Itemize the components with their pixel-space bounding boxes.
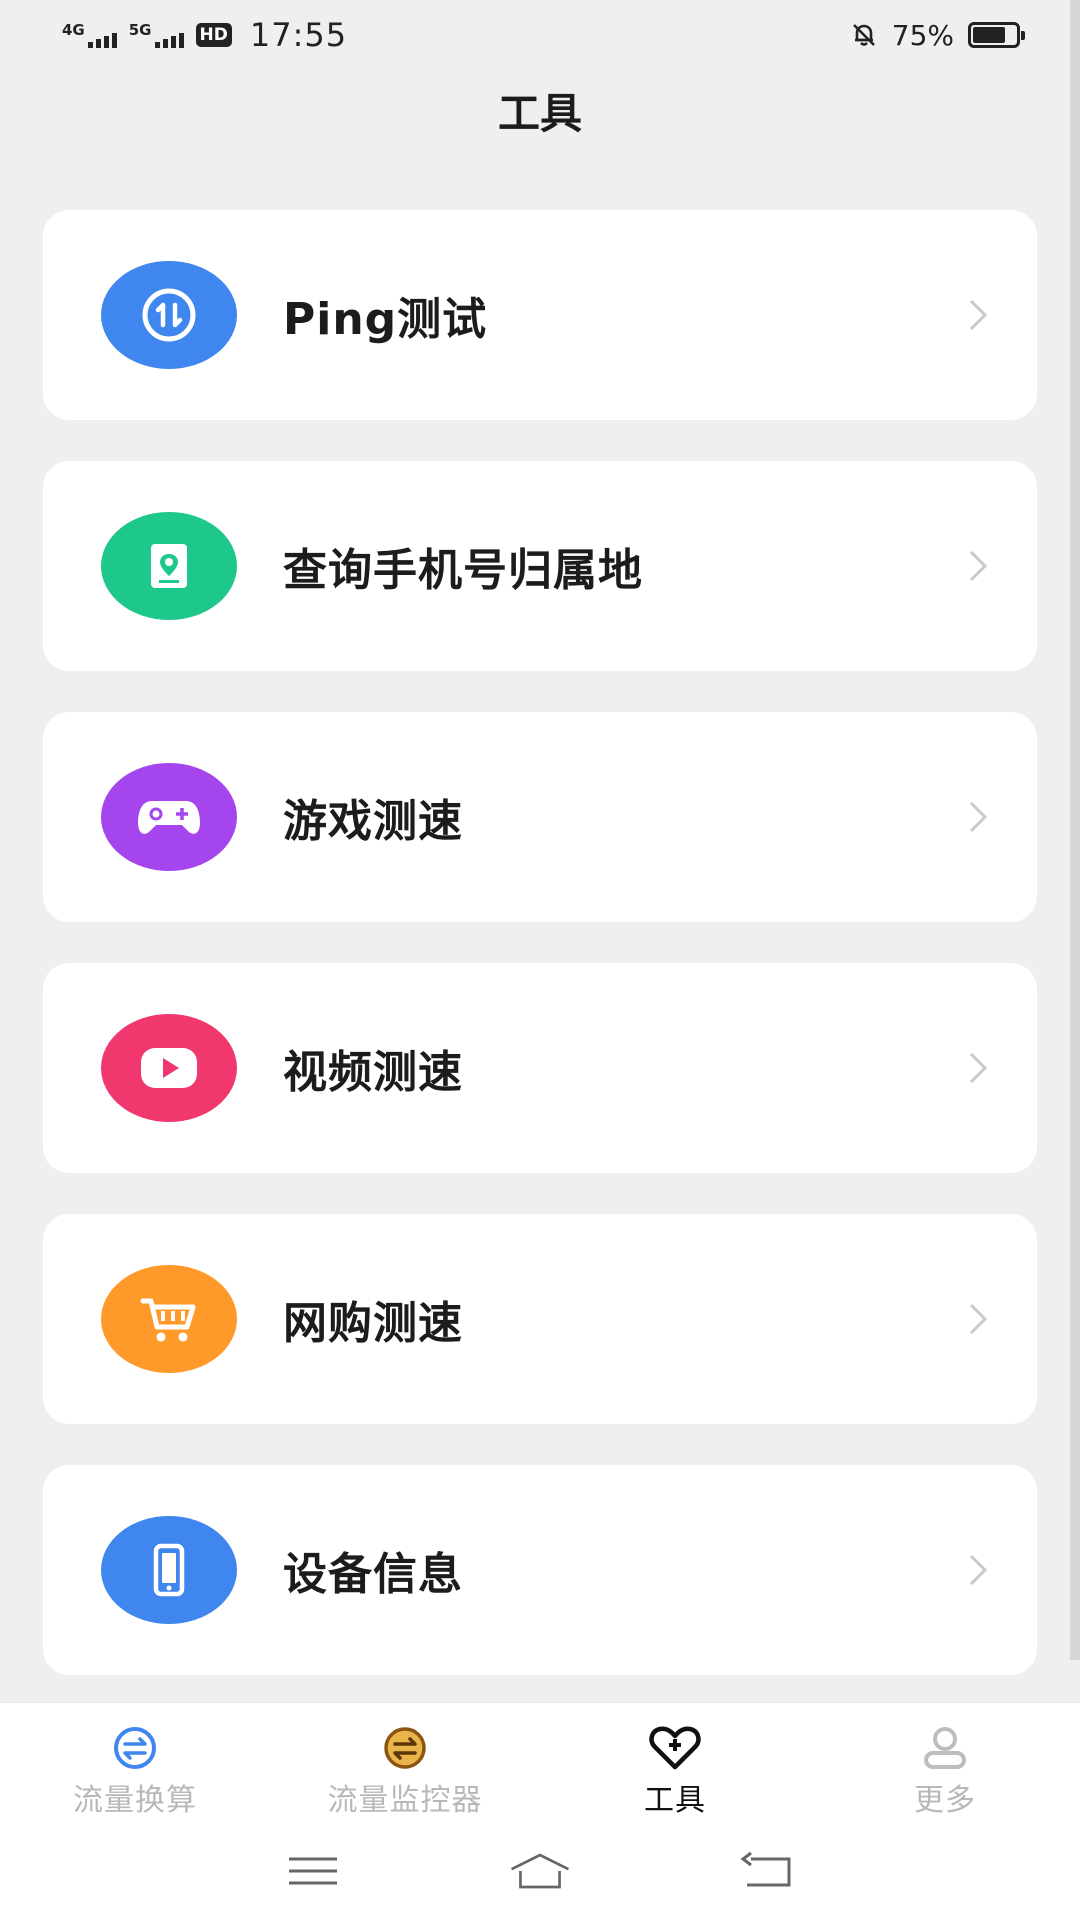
status-left: 4G 5G HD 17:55 [62,16,347,54]
mute-bell-icon [852,24,875,46]
menu-icon [289,1857,338,1885]
chevron-right-icon [969,550,988,582]
tool-label: Ping测试 [283,294,488,345]
battery-percent: 75% [891,18,954,52]
gamepad-icon [138,801,200,834]
clock: 17:55 [249,16,348,54]
battery-icon [968,22,1025,48]
screen: 4G 5G HD 17:55 75% 工具 Ping测试 查询手机号归属地 游戏… [0,0,1080,1920]
tool-card-video-speed[interactable]: 视频测速 [43,963,1037,1173]
tool-icon-bg [101,512,237,620]
tool-label: 游戏测速 [283,796,463,847]
play-icon [141,1048,197,1088]
convert-icon [114,1727,156,1769]
nav-label: 流量换算 [73,1783,197,1818]
tool-icon-bg [101,261,237,369]
net-type-1: 4G [62,20,85,39]
chevron-right-icon [969,299,988,331]
monitor-icon [384,1727,426,1769]
nav-label: 更多 [914,1783,976,1818]
tool-icon-bg [101,1516,237,1624]
nav-icon-wrap [647,1725,703,1771]
system-nav-bar [0,1822,1080,1920]
nav-item-tools[interactable]: 工具 [540,1703,810,1822]
net-type-2: 5G [128,20,152,39]
back-icon [740,1851,791,1887]
nav-icon-wrap [917,1725,973,1771]
home-icon [510,1853,570,1889]
back-button[interactable] [735,1849,799,1893]
nav-icon-wrap [377,1725,433,1771]
user-icon [924,1727,966,1769]
menu-button[interactable] [281,1849,345,1893]
heart-plus-icon [649,1726,701,1770]
hd-badge: HD [195,23,232,47]
page-title: 工具 [497,89,582,138]
nav-item-traffic-convert[interactable]: 流量换算 [0,1703,270,1822]
tool-label: 设备信息 [283,1549,463,1600]
location-icon [151,544,187,588]
signal-4g: 4G [62,20,117,48]
tool-card-phone-location[interactable]: 查询手机号归属地 [43,461,1037,671]
tool-card-game-speed[interactable]: 游戏测速 [43,712,1037,922]
nav-label: 工具 [644,1783,706,1818]
signal-5g: 5G [128,20,184,48]
status-right: 75% [850,18,1025,52]
chevron-right-icon [969,1303,988,1335]
signal-bars-icon [154,32,184,48]
nav-item-more[interactable]: 更多 [810,1703,1080,1822]
nav-item-traffic-monitor[interactable]: 流量监控器 [270,1703,540,1822]
phone-icon [153,1543,185,1597]
tool-icon-bg [101,763,237,871]
tool-icon-bg [101,1265,237,1373]
nav-icon-wrap [107,1725,163,1771]
home-button[interactable] [508,1849,572,1893]
tool-icon-bg [101,1014,237,1122]
chevron-right-icon [969,801,988,833]
bottom-nav: 流量换算 流量监控器 工具 更多 [0,1702,1080,1822]
tool-label: 查询手机号归属地 [283,545,643,596]
nav-label: 流量监控器 [327,1783,483,1818]
ping-icon [142,288,196,342]
tool-label: 视频测速 [283,1047,463,1098]
scrollbar[interactable] [1070,0,1080,1660]
battery-fill [973,27,1005,43]
tool-card-device-info[interactable]: 设备信息 [43,1465,1037,1675]
chevron-right-icon [969,1052,988,1084]
tool-card-shopping-speed[interactable]: 网购测速 [43,1214,1037,1424]
chevron-right-icon [969,1554,988,1586]
cart-icon [140,1298,196,1342]
signal-bars-icon [87,32,117,48]
status-bar: 4G 5G HD 17:55 75% [0,0,1080,70]
tool-label: 网购测速 [283,1298,463,1349]
tool-card-ping[interactable]: Ping测试 [43,210,1037,420]
